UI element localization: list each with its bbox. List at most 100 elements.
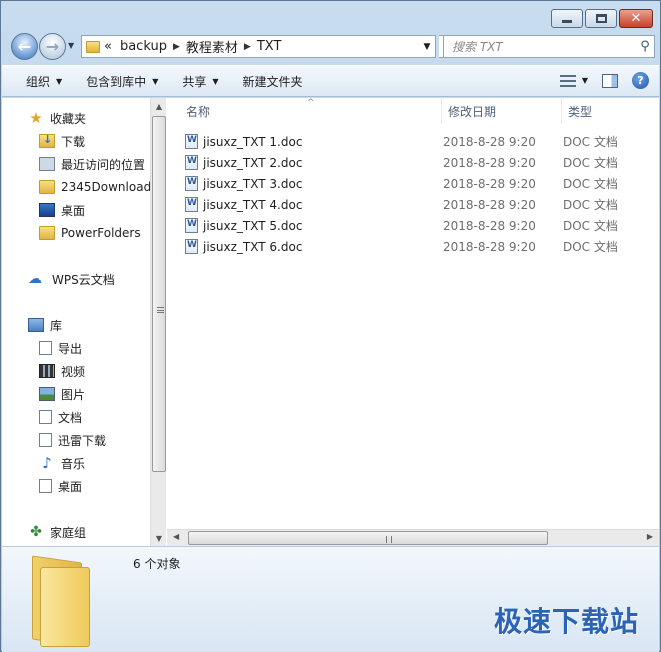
breadcrumb-txt[interactable]: TXT <box>253 39 286 54</box>
column-header-type[interactable]: 类型 <box>568 103 592 120</box>
scroll-down-icon[interactable]: ▼ <box>151 534 166 543</box>
nav-item-videos[interactable]: 视频 <box>39 360 85 382</box>
include-in-library-menu[interactable]: 包含到库中 ▼ <box>74 73 170 90</box>
folder-icon <box>39 180 55 194</box>
doc-file-icon <box>185 239 198 254</box>
video-icon <box>39 364 55 378</box>
breadcrumb-tutorial-material[interactable]: 教程素材 <box>182 37 242 56</box>
nav-label: 音乐 <box>61 456 86 471</box>
arrow-left-icon: ← <box>17 36 32 56</box>
nav-item-powerfolders[interactable]: PowerFolders <box>39 222 141 244</box>
music-note-icon: ♪ <box>42 454 52 472</box>
file-name: jisuxz_TXT 4.doc <box>203 197 303 212</box>
doc-file-icon <box>185 197 198 212</box>
nav-homegroup[interactable]: ✤ 家庭组 <box>28 521 86 543</box>
folder-icon <box>86 40 100 53</box>
toolbar-right: ▼ ? <box>559 72 649 89</box>
column-divider[interactable] <box>561 98 562 124</box>
file-row[interactable]: jisuxz_TXT 6.doc 2018-8-28 9:20 DOC 文档 <box>185 236 618 257</box>
file-row[interactable]: jisuxz_TXT 2.doc 2018-8-28 9:20 DOC 文档 <box>185 152 618 173</box>
nav-item-xunlei-downloads[interactable]: 迅雷下载 <box>39 429 106 451</box>
nav-item-documents[interactable]: 文档 <box>39 406 82 428</box>
new-folder-button[interactable]: 新建文件夹 <box>231 73 315 90</box>
minimize-button[interactable] <box>551 9 583 28</box>
breadcrumb-backup[interactable]: backup <box>116 39 171 54</box>
file-type: DOC 文档 <box>563 240 618 254</box>
command-bar: 组织 ▼ 包含到库中 ▼ 共享 ▼ 新建文件夹 ▼ ? <box>2 65 659 97</box>
column-header-name[interactable]: 名称 <box>186 103 210 120</box>
organize-menu[interactable]: 组织 ▼ <box>2 73 74 90</box>
file-row[interactable]: jisuxz_TXT 1.doc 2018-8-28 9:20 DOC 文档 <box>185 131 618 152</box>
site-watermark: 极速下载站 <box>493 605 639 638</box>
scrollbar-thumb[interactable] <box>152 116 166 472</box>
sort-ascending-icon: ^ <box>307 98 315 108</box>
doc-file-icon <box>185 218 198 233</box>
file-row[interactable]: jisuxz_TXT 4.doc 2018-8-28 9:20 DOC 文档 <box>185 194 618 215</box>
recent-pages-dropdown[interactable]: ▼ <box>68 41 74 50</box>
file-type: DOC 文档 <box>563 135 618 149</box>
nav-item-music[interactable]: ♪ 音乐 <box>39 452 85 474</box>
nav-pane-scrollbar[interactable]: ▲ ▼ <box>150 98 166 546</box>
nav-item-recent-places[interactable]: 最近访问的位置 <box>39 153 145 175</box>
nav-label: 导出 <box>58 341 83 356</box>
nav-label: 迅雷下载 <box>58 433 107 448</box>
file-row[interactable]: jisuxz_TXT 5.doc 2018-8-28 9:20 DOC 文档 <box>185 215 618 236</box>
include-in-library-label: 包含到库中 <box>86 74 147 89</box>
forward-button[interactable]: → <box>39 33 66 60</box>
library-folder-icon <box>39 341 52 355</box>
scroll-up-icon[interactable]: ▲ <box>151 102 166 111</box>
address-bar[interactable]: « backup ▶ 教程素材 ▶ TXT ▼ <box>81 35 436 58</box>
nav-item-desktop[interactable]: 桌面 <box>39 199 85 221</box>
preview-pane-icon[interactable] <box>602 73 618 88</box>
nav-libraries[interactable]: 库 <box>28 314 62 336</box>
file-name: jisuxz_TXT 1.doc <box>203 134 303 149</box>
nav-label: 最近访问的位置 <box>61 157 146 172</box>
share-menu[interactable]: 共享 ▼ <box>170 73 230 90</box>
share-label: 共享 <box>182 74 207 89</box>
nav-label: 家庭组 <box>50 525 87 540</box>
nav-favorites[interactable]: ★ 收藏夹 <box>28 107 86 129</box>
column-divider[interactable] <box>441 98 442 124</box>
file-row[interactable]: jisuxz_TXT 3.doc 2018-8-28 9:20 DOC 文档 <box>185 173 618 194</box>
nav-item-pictures[interactable]: 图片 <box>39 383 85 405</box>
search-icon[interactable]: ⚲ <box>636 39 654 54</box>
file-type: DOC 文档 <box>563 156 618 170</box>
nav-item-library-desktop[interactable]: 桌面 <box>39 475 82 497</box>
scrollbar-thumb[interactable] <box>188 531 548 545</box>
change-view-button[interactable]: ▼ <box>559 74 588 87</box>
caption-buttons: ✕ <box>551 9 653 28</box>
maximize-icon <box>595 14 607 23</box>
nav-label: 收藏夹 <box>50 111 87 126</box>
scroll-right-icon[interactable]: ▶ <box>647 532 653 541</box>
back-button[interactable]: ← <box>11 33 38 60</box>
scroll-left-icon[interactable]: ◀ <box>173 532 179 541</box>
file-name: jisuxz_TXT 5.doc <box>203 218 303 233</box>
breadcrumb-overflow[interactable]: « <box>100 39 116 54</box>
maximize-button[interactable] <box>585 9 617 28</box>
chevron-down-icon: ▼ <box>581 76 588 85</box>
column-header-date[interactable]: 修改日期 <box>448 103 496 120</box>
document-icon <box>39 410 52 424</box>
folder-front <box>40 567 90 647</box>
nav-item-export[interactable]: 导出 <box>39 337 82 359</box>
nav-label: PowerFolders <box>61 226 141 240</box>
help-icon[interactable]: ? <box>632 72 649 89</box>
breadcrumb-separator-icon[interactable]: ▶ <box>242 42 253 52</box>
nav-wps-cloud[interactable]: ☁ WPS云文档 <box>28 268 115 290</box>
close-button[interactable]: ✕ <box>619 9 653 28</box>
breadcrumb-separator-icon[interactable]: ▶ <box>171 42 182 52</box>
search-input[interactable] <box>444 36 636 57</box>
file-date: 2018-8-28 9:20 <box>443 176 536 191</box>
nav-item-2345downloads[interactable]: 2345Downloads <box>39 176 157 198</box>
nav-item-downloads[interactable]: 下载 <box>39 130 85 152</box>
address-dropdown-icon[interactable]: ▼ <box>419 42 435 52</box>
file-date: 2018-8-28 9:20 <box>443 197 536 212</box>
file-list-horizontal-scrollbar[interactable]: ◀ ▶ <box>167 529 659 546</box>
star-icon: ★ <box>29 109 43 127</box>
organize-label: 组织 <box>26 74 51 89</box>
homegroup-icon: ✤ <box>30 524 42 540</box>
file-type: DOC 文档 <box>563 177 618 191</box>
file-date: 2018-8-28 9:20 <box>443 155 536 170</box>
library-folder-icon <box>39 433 52 447</box>
file-type: DOC 文档 <box>563 198 618 212</box>
